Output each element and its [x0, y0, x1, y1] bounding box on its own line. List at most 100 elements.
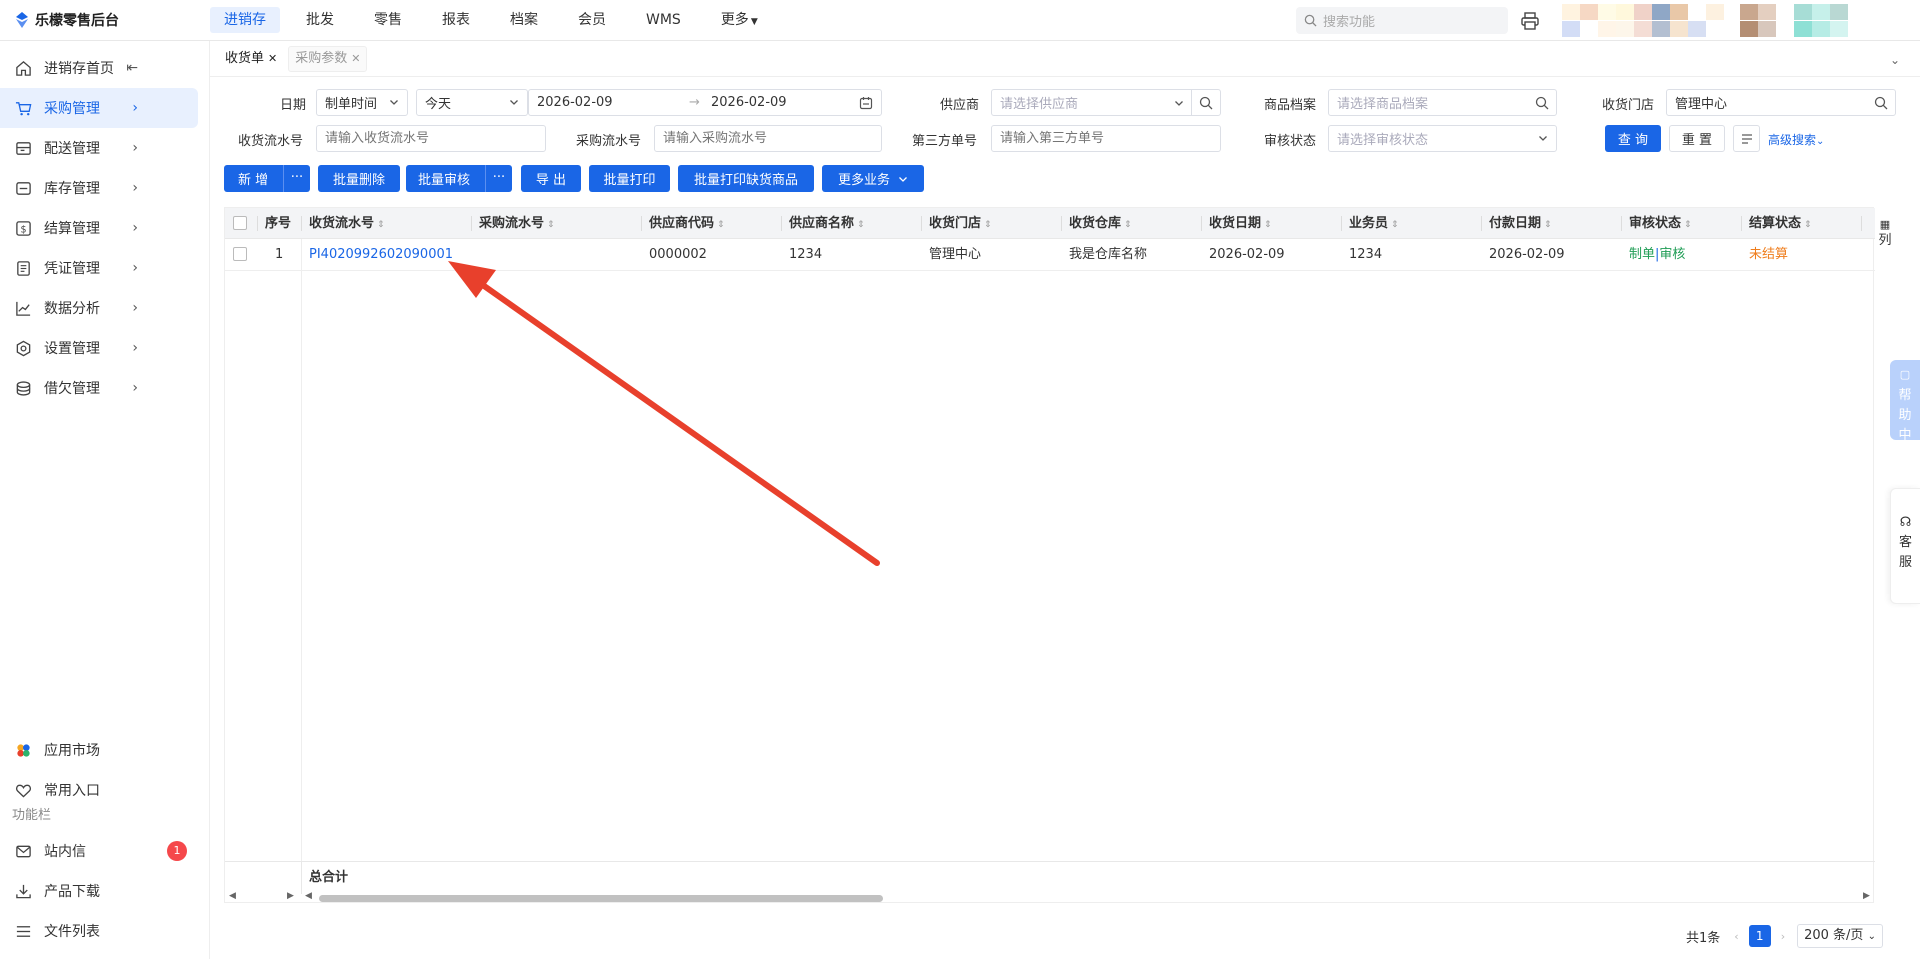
sidebar-item-label: 站内信	[44, 844, 86, 860]
user-name-mosaic[interactable]	[1740, 4, 1884, 37]
column-header-store[interactable]: 收货门店 ⇕	[921, 208, 992, 239]
column-header-receipt-no[interactable]: 收货流水号 ⇕	[301, 208, 385, 239]
column-header-warehouse[interactable]: 收货仓库 ⇕	[1061, 208, 1132, 239]
scroll-right-icon[interactable]: ▶	[1863, 891, 1870, 901]
row-checkbox[interactable]	[233, 247, 247, 261]
scroll-left-icon[interactable]: ◀	[229, 891, 236, 901]
sidebar-item-inventory-home[interactable]: 进销存首页 ⇤	[0, 48, 210, 88]
store-select[interactable]: 管理中心	[1666, 89, 1896, 116]
sidebar-app-market[interactable]: 应用市场	[0, 730, 210, 770]
column-header-salesman[interactable]: 业务员 ⇕	[1341, 208, 1399, 239]
search-icon[interactable]	[1535, 96, 1549, 110]
brand[interactable]: 乐檬零售后台	[0, 10, 210, 30]
sort-icon[interactable]: ⇕	[984, 220, 992, 230]
add-button[interactable]: 新 增 ···	[224, 165, 310, 192]
advanced-search-link[interactable]: 高级搜索⌄	[1768, 131, 1824, 148]
batch-print-missing-button[interactable]: 批量打印缺货商品	[678, 165, 814, 192]
topnav-item-more[interactable]: 更多 ▼	[707, 7, 772, 33]
column-header-settle-status[interactable]: 结算状态 ⇕	[1741, 208, 1812, 239]
sidebar-item-settings[interactable]: 设置管理 ›	[0, 328, 210, 368]
filter-settings-button[interactable]	[1733, 125, 1760, 152]
next-page-icon[interactable]: ›	[1781, 930, 1785, 943]
column-settings-toggle[interactable]: ▦ 列	[1876, 217, 1894, 249]
scroll-left-icon[interactable]: ◀	[305, 891, 312, 901]
printer-icon[interactable]	[1520, 11, 1540, 31]
collapse-sidebar-icon[interactable]: ⇤	[126, 60, 138, 76]
goods-select[interactable]: 请选择商品档案	[1328, 89, 1557, 116]
reset-button[interactable]: 重 置	[1669, 125, 1725, 152]
cell-receipt-no-link[interactable]: PI4020992602090001	[301, 239, 453, 271]
sidebar-downloads[interactable]: 产品下载	[0, 871, 210, 911]
sort-icon[interactable]: ⇕	[1684, 220, 1692, 230]
export-button[interactable]: 导 出	[521, 165, 581, 192]
purchase-no-input[interactable]	[654, 125, 882, 152]
sidebar-item-stock[interactable]: 库存管理 ›	[0, 168, 210, 208]
tab-purchase-params[interactable]: 采购参数 ✕	[288, 45, 368, 72]
sidebar-files[interactable]: 文件列表	[0, 911, 210, 951]
date-range-picker[interactable]: 2026-02-09 → 2026-02-09	[528, 89, 882, 116]
topnav-item-wholesale[interactable]: 批发	[292, 7, 348, 33]
sort-icon[interactable]: ⇕	[857, 220, 865, 230]
date-range-select[interactable]: 今天	[416, 89, 528, 116]
sort-icon[interactable]: ⇕	[1124, 220, 1132, 230]
batch-print-button[interactable]: 批量打印	[589, 165, 670, 192]
more-business-button[interactable]: 更多业务	[822, 165, 924, 192]
receipt-no-input[interactable]	[316, 125, 546, 152]
batch-audit-button[interactable]: 批量审核 ···	[406, 165, 512, 192]
topnav-item-members[interactable]: 会员	[564, 7, 620, 33]
sidebar-item-settlement[interactable]: $ 结算管理 ›	[0, 208, 210, 248]
batch-audit-more-dropdown[interactable]: ···	[485, 165, 512, 192]
sidebar-item-delivery[interactable]: 配送管理 ›	[0, 128, 210, 168]
column-header-receipt-date[interactable]: 收货日期 ⇕	[1201, 208, 1272, 239]
search-icon[interactable]	[1199, 96, 1213, 110]
close-icon[interactable]: ✕	[351, 52, 360, 65]
sidebar-item-voucher[interactable]: 凭证管理 ›	[0, 248, 210, 288]
sort-icon[interactable]: ⇕	[1264, 220, 1272, 230]
sort-icon[interactable]: ⇕	[717, 220, 725, 230]
column-header-supplier-name[interactable]: 供应商名称 ⇕	[781, 208, 865, 239]
scrollbar-thumb[interactable]	[319, 895, 883, 902]
user-avatar-mosaic[interactable]	[1562, 4, 1724, 37]
sort-icon[interactable]: ⇕	[377, 220, 385, 230]
sort-icon[interactable]: ⇕	[1804, 220, 1812, 230]
sort-icon[interactable]: ⇕	[547, 220, 555, 230]
column-header-purchase-no[interactable]: 采购流水号 ⇕	[471, 208, 555, 239]
sidebar-item-purchase[interactable]: 采购管理 ›	[0, 88, 198, 128]
column-header-supplier-code[interactable]: 供应商代码 ⇕	[641, 208, 725, 239]
help-center-tab[interactable]: ▢ 帮助中心	[1890, 360, 1920, 463]
tab-receipt[interactable]: 收货单 ✕	[218, 45, 285, 72]
customer-service-tab[interactable]: ☊ 客服	[1890, 488, 1920, 604]
prev-page-icon[interactable]: ‹	[1734, 930, 1738, 943]
select-all-checkbox[interactable]	[233, 216, 247, 230]
function-search-input[interactable]: 搜索功能	[1296, 7, 1508, 34]
topnav-item-archives[interactable]: 档案	[496, 7, 552, 33]
topnav-item-retail[interactable]: 零售	[360, 7, 416, 33]
date-type-select[interactable]: 制单时间	[316, 89, 408, 116]
sidebar-messages[interactable]: 站内信 1	[0, 831, 210, 871]
column-header-index: 序号	[265, 216, 292, 231]
horizontal-scrollbar[interactable]: ◀ ▶ ◀ ▶	[225, 891, 1875, 903]
column-header-pay-date[interactable]: 付款日期 ⇕	[1481, 208, 1552, 239]
add-more-dropdown[interactable]: ···	[283, 165, 310, 192]
chevron-down-icon	[1539, 136, 1547, 141]
close-icon[interactable]: ✕	[268, 52, 277, 65]
scroll-right-icon[interactable]: ▶	[287, 891, 294, 901]
third-no-input[interactable]	[991, 125, 1221, 152]
page-number-current[interactable]: 1	[1748, 925, 1771, 947]
page-size-select[interactable]: 200 条/页 ⌄	[1797, 924, 1883, 948]
chevron-down-icon[interactable]: ⌄	[1890, 53, 1900, 67]
batch-delete-button[interactable]: 批量删除	[318, 165, 400, 192]
sort-icon[interactable]: ⇕	[1544, 220, 1552, 230]
query-button[interactable]: 查 询	[1605, 125, 1661, 152]
supplier-select[interactable]: 请选择供应商	[991, 89, 1221, 116]
sidebar-item-debt[interactable]: 借欠管理 ›	[0, 368, 210, 408]
table-row[interactable]: 1 PI4020992602090001 0000002 1234 管理中心 我…	[225, 239, 1875, 271]
topnav-item-wms[interactable]: WMS	[632, 7, 695, 33]
sort-icon[interactable]: ⇕	[1391, 220, 1399, 230]
topnav-item-inventory[interactable]: 进销存	[210, 7, 280, 33]
sidebar-item-analytics[interactable]: 数据分析 ›	[0, 288, 210, 328]
column-header-audit-status[interactable]: 审核状态 ⇕	[1621, 208, 1692, 239]
audit-select[interactable]: 请选择审核状态	[1328, 125, 1557, 152]
search-icon[interactable]	[1874, 96, 1888, 110]
topnav-item-reports[interactable]: 报表	[428, 7, 484, 33]
